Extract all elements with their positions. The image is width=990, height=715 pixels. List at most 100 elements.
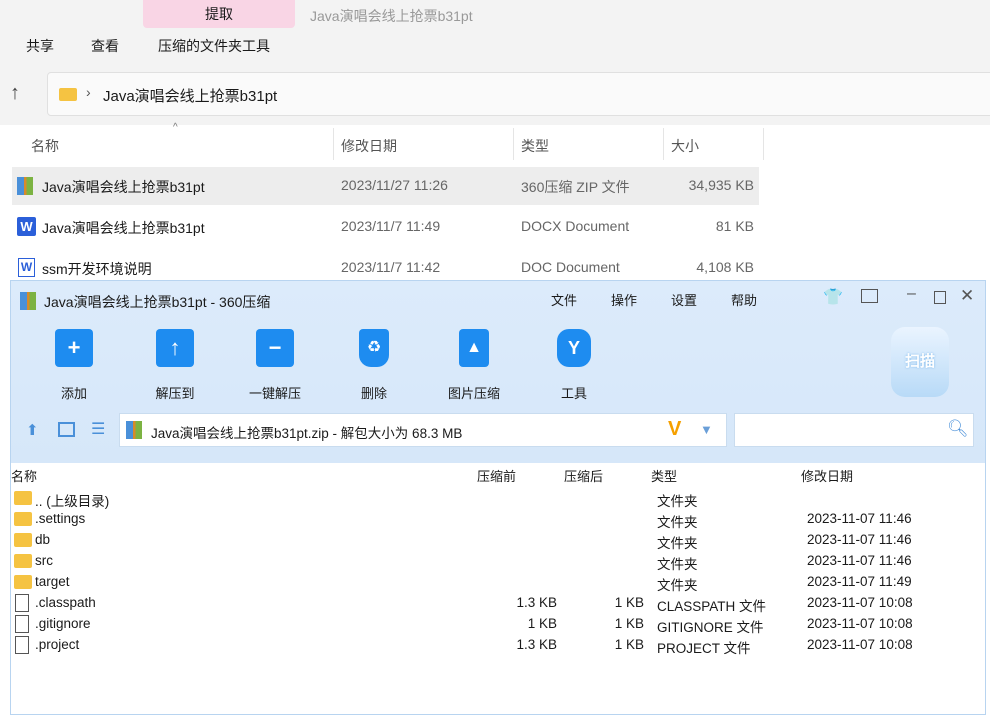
app-icon: [20, 292, 36, 310]
entry-type: 文件夹: [657, 494, 698, 509]
tab-share[interactable]: 共享: [26, 36, 54, 56]
tools-button[interactable]: Y 工具: [529, 329, 619, 402]
column-divider: [763, 128, 764, 160]
search-icon[interactable]: 🔍︎: [947, 419, 969, 439]
zip-row[interactable]: target 文件夹 2023-11-07 11:49: [11, 572, 985, 593]
zip-icon: [17, 177, 33, 195]
add-button[interactable]: + 添加: [29, 329, 119, 402]
window-title: Java演唱会线上抢票b31pt: [310, 8, 473, 24]
zip-row[interactable]: db 文件夹 2023-11-07 11:46: [11, 530, 985, 551]
file-type: DOC Document: [521, 259, 620, 275]
entry-date: 2023-11-07 10:08: [807, 637, 913, 652]
add-label: 添加: [60, 386, 87, 401]
maximize-icon[interactable]: [934, 291, 946, 304]
zip-row[interactable]: .. (上级目录) 文件夹: [11, 488, 985, 509]
zip-row[interactable]: .gitignore 1 KB 1 KB GITIGNORE 文件 2023-1…: [11, 614, 985, 635]
entry-date: 2023-11-07 10:08: [807, 595, 913, 610]
one-click-extract-button[interactable]: − 一键解压: [230, 329, 320, 402]
add-icon: +: [55, 329, 93, 367]
skin-shirt-icon[interactable]: 👕: [823, 287, 843, 307]
column-divider: [513, 128, 514, 160]
minimize-icon[interactable]: –: [907, 285, 916, 303]
entry-after: 1 KB: [614, 595, 644, 610]
menu-settings[interactable]: 设置: [671, 290, 697, 309]
entry-name: target: [35, 574, 70, 589]
path-bar[interactable]: Java演唱会线上抢票b31pt.zip - 解包大小为 68.3 MB V ▼: [119, 413, 727, 447]
explorer-ribbon: 提取 Java演唱会线上抢票b31pt 共享 查看 压缩的文件夹工具 ↑ › J…: [0, 0, 990, 125]
zip-row[interactable]: src 文件夹 2023-11-07 11:46: [11, 551, 985, 572]
tab-view[interactable]: 查看: [91, 36, 119, 56]
menu-help[interactable]: 帮助: [731, 290, 757, 309]
address-bar[interactable]: › Java演唱会线上抢票b31pt: [47, 72, 990, 116]
file-name: Java演唱会线上抢票b31pt: [42, 179, 205, 195]
entry-type: 文件夹: [657, 578, 698, 593]
col-type[interactable]: 类型: [651, 466, 677, 485]
entry-after: 1 KB: [614, 616, 644, 631]
zip-row[interactable]: .settings 文件夹 2023-11-07 11:46: [11, 509, 985, 530]
thumbnail-view-icon[interactable]: [58, 422, 75, 437]
sort-up-icon: ^: [173, 122, 178, 133]
word-icon: W: [18, 258, 35, 277]
entry-name: .. (上级目录): [35, 494, 110, 509]
entry-type: 文件夹: [657, 557, 698, 572]
col-size[interactable]: 大小: [671, 136, 699, 156]
col-after[interactable]: 压缩后: [564, 466, 603, 485]
up-arrow-icon[interactable]: ↑: [10, 82, 20, 105]
feedback-icon[interactable]: [861, 289, 878, 303]
breadcrumb[interactable]: Java演唱会线上抢票b31pt: [103, 85, 277, 106]
folder-icon: [14, 512, 32, 526]
app-title: Java演唱会线上抢票b31pt - 360压缩: [44, 294, 271, 310]
col-date[interactable]: 修改日期: [801, 466, 853, 485]
entry-name: db: [35, 532, 51, 547]
col-name[interactable]: 名称: [31, 136, 59, 156]
close-icon[interactable]: ✕: [960, 286, 974, 306]
file-name: ssm开发环境说明: [42, 261, 152, 277]
recycle-bin-icon: ♻: [359, 329, 389, 367]
chevron-right-icon: ›: [86, 84, 91, 100]
column-divider: [333, 128, 334, 160]
entry-date: 2023-11-07 11:46: [807, 532, 912, 547]
col-type[interactable]: 类型: [521, 136, 549, 156]
one-click-extract-label: 一键解压: [248, 386, 301, 401]
v-logo-icon[interactable]: V: [668, 418, 681, 441]
extract-to-label: 解压到: [155, 386, 195, 401]
col-date[interactable]: 修改日期: [341, 136, 397, 156]
folder-icon: [59, 88, 77, 101]
extract-to-button[interactable]: ↑ 解压到: [130, 329, 220, 402]
zip-row[interactable]: .project 1.3 KB 1 KB PROJECT 文件 2023-11-…: [11, 635, 985, 656]
column-divider: [663, 128, 664, 160]
entry-before: 1 KB: [527, 616, 557, 631]
extract-to-icon: ↑: [156, 329, 194, 367]
menu-file[interactable]: 文件: [551, 290, 577, 309]
tab-compressed-tools[interactable]: 压缩的文件夹工具: [158, 36, 270, 56]
entry-date: 2023-11-07 10:08: [807, 616, 913, 631]
dropdown-arrow-icon[interactable]: ▼: [700, 422, 713, 437]
col-name[interactable]: 名称: [11, 466, 37, 485]
image-compress-button[interactable]: ▲ 图片压缩: [429, 329, 519, 402]
zip-row[interactable]: .classpath 1.3 KB 1 KB CLASSPATH 文件 2023…: [11, 593, 985, 614]
word-icon: W: [17, 217, 36, 236]
tools-label: 工具: [560, 386, 587, 401]
360zip-header: Java演唱会线上抢票b31pt - 360压缩 文件 操作 设置 帮助 👕 –…: [11, 281, 985, 463]
up-level-icon[interactable]: ⬆: [26, 421, 39, 439]
col-before[interactable]: 压缩前: [477, 466, 516, 485]
search-input[interactable]: 🔍︎: [734, 413, 974, 447]
list-view-icon[interactable]: ☰: [91, 419, 105, 439]
entry-name: .gitignore: [35, 616, 91, 631]
entry-name: .project: [35, 637, 80, 652]
file-row[interactable]: Java演唱会线上抢票b31pt 2023/11/27 11:26 360压缩 …: [12, 167, 759, 205]
file-date: 2023/11/27 11:26: [341, 177, 448, 193]
tab-extract[interactable]: 提取: [143, 0, 295, 28]
360zip-window: Java演唱会线上抢票b31pt - 360压缩 文件 操作 设置 帮助 👕 –…: [10, 280, 986, 715]
scan-button[interactable]: 扫描: [891, 327, 949, 397]
entry-type: 文件夹: [657, 536, 698, 551]
tools-icon: Y: [557, 329, 591, 367]
image-zip-icon: ▲: [459, 329, 489, 367]
menu-operate[interactable]: 操作: [611, 290, 637, 309]
delete-button[interactable]: ♻ 删除: [329, 329, 419, 402]
folder-icon: [14, 533, 32, 547]
entry-name: .classpath: [35, 595, 96, 610]
file-size: 34,935 KB: [688, 177, 754, 193]
file-row[interactable]: W Java演唱会线上抢票b31pt 2023/11/7 11:49 DOCX …: [12, 208, 759, 246]
one-click-extract-icon: −: [256, 329, 294, 367]
